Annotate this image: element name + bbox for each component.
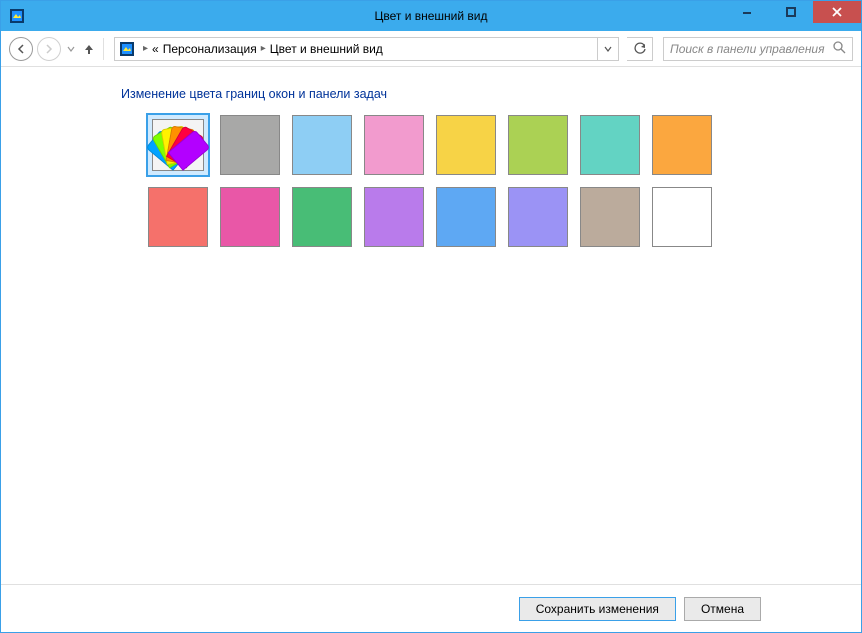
maximize-button[interactable] [769,1,813,23]
toolbar: ▸ « Персонализация ▸ Цвет и внешний вид … [1,31,861,67]
content-area: Изменение цвета границ окон и панели зад… [1,67,861,584]
window-frame: Цвет и внешний вид [0,0,862,633]
nav-history-dropdown[interactable] [65,45,77,53]
color-swatch-yellow[interactable] [436,115,496,175]
breadcrumb-item[interactable]: Персонализация [163,42,257,56]
color-swatch-automatic[interactable] [146,113,210,177]
color-swatch-magenta[interactable] [220,187,280,247]
color-swatch-white[interactable] [652,187,712,247]
breadcrumb-prefix: « [152,42,159,56]
chevron-right-icon: ▸ [139,43,152,54]
window-controls [725,1,861,23]
breadcrumb-item[interactable]: Цвет и внешний вид [270,42,383,56]
color-swatch-lavender[interactable] [508,187,568,247]
window-title: Цвет и внешний вид [374,9,487,23]
chevron-right-icon: ▸ [257,43,270,54]
breadcrumb-icon [119,41,135,57]
breadcrumb-dropdown[interactable] [597,38,618,60]
refresh-button[interactable] [627,37,653,61]
nav-up-button[interactable] [81,42,97,56]
close-button[interactable] [813,1,861,23]
titlebar: Цвет и внешний вид [1,1,861,31]
color-swatch-pink[interactable] [364,115,424,175]
color-swatch-teal[interactable] [580,115,640,175]
cancel-button[interactable]: Отмена [684,597,761,621]
color-swatch-orange[interactable] [652,115,712,175]
color-swatch-green[interactable] [292,187,352,247]
color-swatch-lime[interactable] [508,115,568,175]
toolbar-separator [103,38,104,60]
color-swatch-taupe[interactable] [580,187,640,247]
search-icon [833,41,846,57]
color-fan-icon [158,125,198,165]
save-button[interactable]: Сохранить изменения [519,597,676,621]
search-placeholder: Поиск в панели управления [670,42,833,56]
color-swatch-blue[interactable] [436,187,496,247]
color-swatch-grey[interactable] [220,115,280,175]
app-icon [9,8,25,24]
search-input[interactable]: Поиск в панели управления [663,37,853,61]
color-swatch-coral[interactable] [148,187,208,247]
color-swatch-grid [148,115,728,247]
minimize-button[interactable] [725,1,769,23]
breadcrumb[interactable]: ▸ « Персонализация ▸ Цвет и внешний вид [114,37,619,61]
nav-back-button[interactable] [9,37,33,61]
color-swatch-purple[interactable] [364,187,424,247]
page-title: Изменение цвета границ окон и панели зад… [121,87,849,101]
nav-forward-button[interactable] [37,37,61,61]
footer: Сохранить изменения Отмена [1,584,861,632]
color-swatch-sky[interactable] [292,115,352,175]
